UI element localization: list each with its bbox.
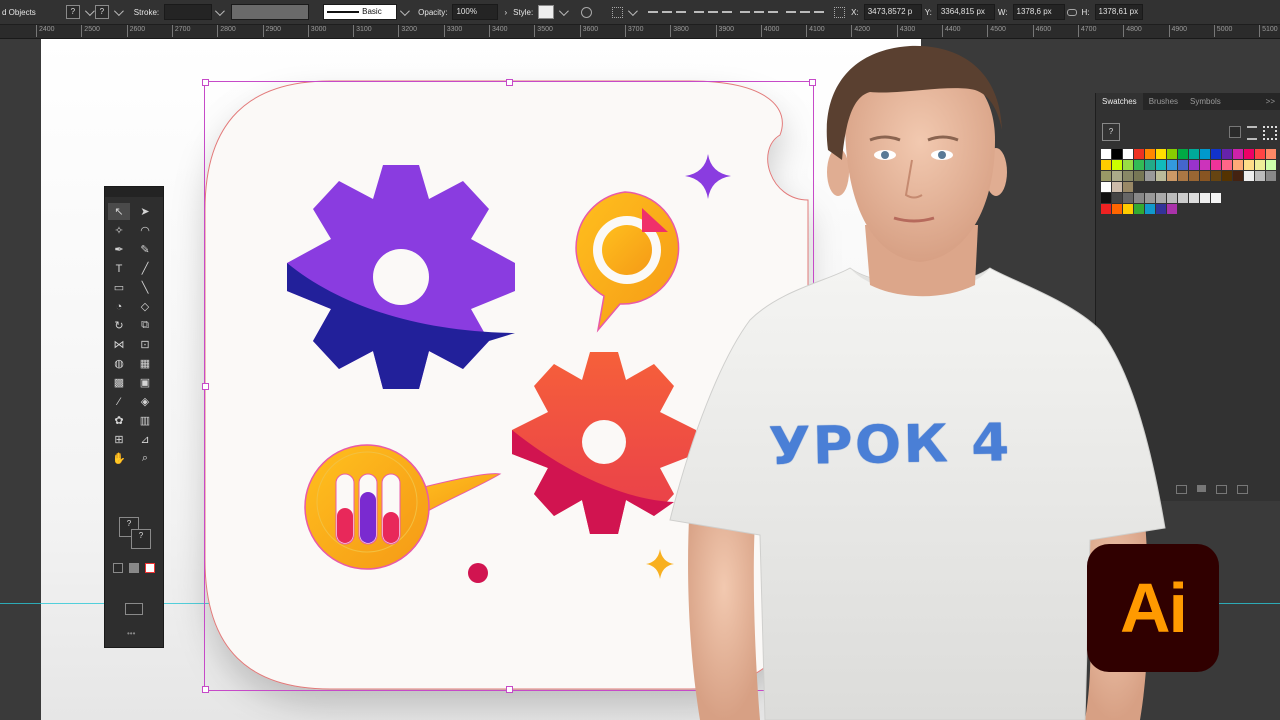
tshirt-lesson-text: УРОК 4	[767, 413, 1012, 478]
illustrator-logo-text: Ai	[1120, 569, 1188, 647]
illustrator-logo: Ai	[1087, 544, 1219, 672]
